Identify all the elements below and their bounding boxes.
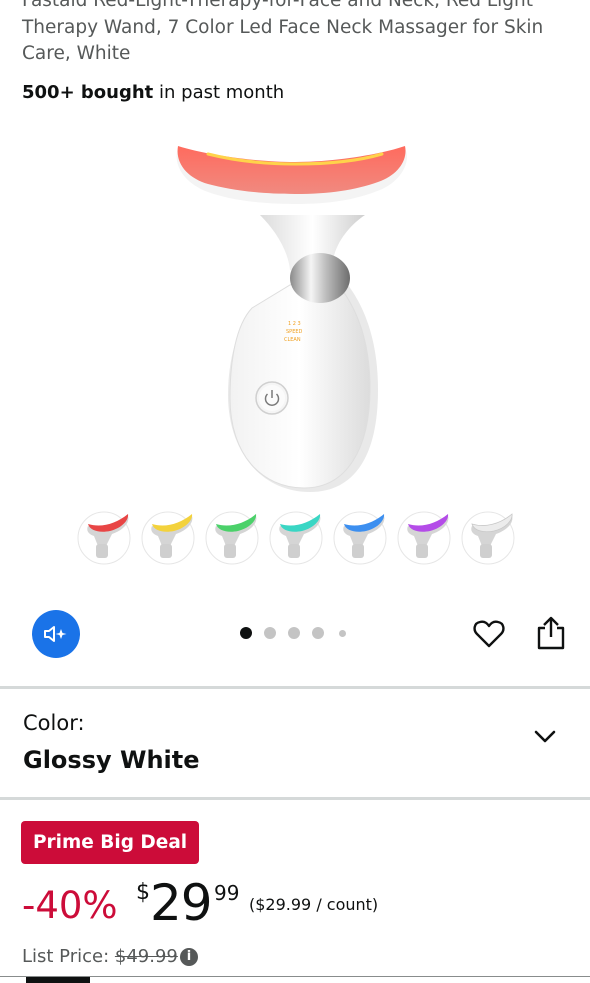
product-image[interactable]: 1 2 3 SPEED CLEAN <box>150 120 440 510</box>
divider <box>0 686 590 689</box>
thumbnail-white[interactable] <box>460 506 516 566</box>
color-thumbnails <box>76 506 516 570</box>
device-panel-line-2: SPEED <box>286 329 303 335</box>
price-fraction: 99 <box>214 881 240 905</box>
carousel-dot[interactable] <box>264 627 276 639</box>
device-panel-line-3: CLEAN <box>284 337 301 343</box>
price-currency: $ <box>136 880 150 905</box>
price-whole: 29 <box>150 874 213 932</box>
speaker-sparkle-icon <box>44 626 67 642</box>
bottom-tab-indicator <box>26 977 90 983</box>
carousel-dot[interactable] <box>339 630 346 637</box>
info-icon[interactable]: i <box>180 948 198 966</box>
carousel-dot-active[interactable] <box>240 627 252 639</box>
product-title: Fastaid Red-Light-Therapy-for-Face and N… <box>22 0 544 64</box>
sound-button[interactable] <box>32 610 80 658</box>
chevron-down-icon[interactable] <box>532 725 558 747</box>
share-icon[interactable] <box>534 614 568 652</box>
thumbnail-yellow[interactable] <box>140 506 196 566</box>
device-panel-line-1: 1 2 3 <box>288 321 301 327</box>
bought-count-rest: in past month <box>153 82 285 103</box>
carousel-dot[interactable] <box>312 627 324 639</box>
bought-count-bold: 500+ bought <box>22 82 154 103</box>
color-value: Glossy White <box>23 746 200 774</box>
thumbnail-red[interactable] <box>76 506 132 566</box>
carousel-dot[interactable] <box>288 627 300 639</box>
list-price: List Price: $49.99 <box>22 944 178 970</box>
thumbnail-blue[interactable] <box>332 506 388 566</box>
deal-badge: Prime Big Deal <box>21 821 200 864</box>
price-per-unit: ($29.99 / count) <box>249 895 379 914</box>
list-price-label: List Price: <box>22 946 115 967</box>
discount-percent: -40% <box>22 884 118 927</box>
thumbnail-cyan[interactable] <box>268 506 324 566</box>
divider <box>0 797 590 800</box>
heart-icon[interactable] <box>472 617 506 651</box>
thumbnail-green[interactable] <box>204 506 260 566</box>
list-price-value: $49.99 <box>114 946 178 967</box>
bought-count: 500+ bought in past month <box>22 81 284 105</box>
thumbnail-purple[interactable] <box>396 506 452 566</box>
color-label: Color: <box>23 711 85 735</box>
